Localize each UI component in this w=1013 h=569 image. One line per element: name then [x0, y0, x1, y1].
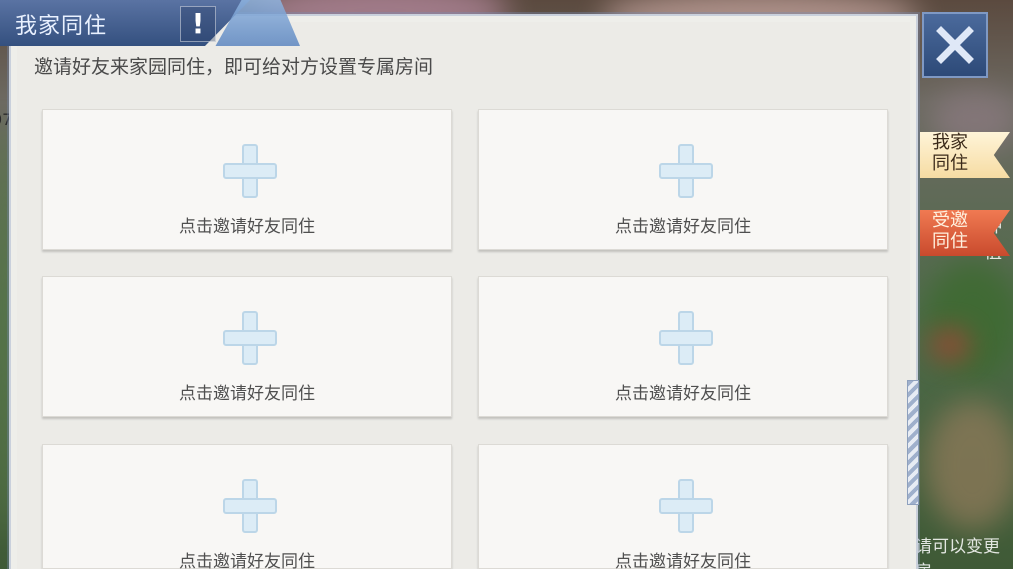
window-title: 我家同住: [15, 14, 108, 39]
plus-icon: [223, 144, 277, 198]
invite-slot-5[interactable]: 点击邀请好友同住: [42, 444, 452, 569]
invite-slot-3[interactable]: 点击邀请好友同住: [42, 276, 452, 417]
close-x-icon: [936, 26, 974, 64]
plus-icon: [223, 311, 277, 365]
invite-slot-2[interactable]: 点击邀请好友同住: [478, 109, 888, 250]
panel-subtitle: 邀请好友来家园同住，即可给对方设置专属房间: [34, 56, 434, 78]
help-button[interactable]: !: [180, 6, 216, 42]
invite-slot-label: 点击邀请好友同住: [179, 217, 315, 237]
background-text-right-bottom: 请可以变更房: [915, 537, 1000, 569]
scrollbar[interactable]: [907, 380, 919, 505]
close-button[interactable]: [922, 12, 988, 78]
invite-slot-label: 点击邀请好友同住: [615, 552, 751, 569]
invite-slot-label: 点击邀请好友同住: [179, 384, 315, 404]
invite-slot-1[interactable]: 点击邀请好友同住: [42, 109, 452, 250]
plus-icon: [223, 479, 277, 533]
invite-slot-label: 点击邀请好友同住: [615, 384, 751, 404]
invite-slot-4[interactable]: 点击邀请好友同住: [478, 276, 888, 417]
invite-slot-6[interactable]: 点击邀请好友同住: [478, 444, 888, 569]
exclamation-icon: !: [191, 7, 205, 40]
invite-slot-label: 点击邀请好友同住: [615, 217, 751, 237]
plus-icon: [659, 311, 713, 365]
invite-slot-label: 点击邀请好友同住: [179, 552, 315, 569]
plus-icon: [659, 479, 713, 533]
plus-icon: [659, 144, 713, 198]
